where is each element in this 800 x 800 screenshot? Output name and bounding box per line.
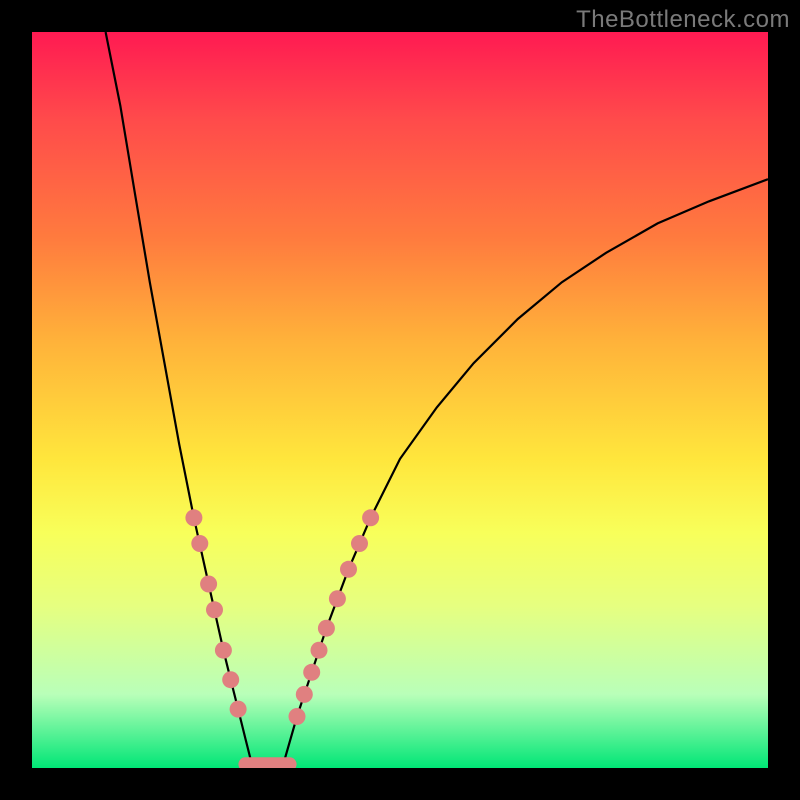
chart-svg (32, 32, 768, 768)
highlight-dot (191, 535, 208, 552)
highlight-dot (206, 601, 223, 618)
highlight-dot (289, 708, 306, 725)
highlight-dot (222, 671, 239, 688)
curve-right-branch (282, 179, 768, 768)
highlight-dot (318, 620, 335, 637)
highlight-dot (230, 701, 247, 718)
highlight-dot (185, 509, 202, 526)
highlight-dot (311, 642, 328, 659)
highlight-dot (329, 590, 346, 607)
highlight-dot (303, 664, 320, 681)
highlight-dots-right (289, 509, 380, 725)
highlight-dot (362, 509, 379, 526)
highlight-dot (215, 642, 232, 659)
watermark-text: TheBottleneck.com (576, 6, 790, 34)
highlight-dots-left (185, 509, 246, 717)
chart-plot-area (32, 32, 768, 768)
highlight-dot (340, 561, 357, 578)
highlight-dot (296, 686, 313, 703)
curve-left-branch (106, 32, 253, 768)
highlight-dot (351, 535, 368, 552)
highlight-dot (200, 576, 217, 593)
